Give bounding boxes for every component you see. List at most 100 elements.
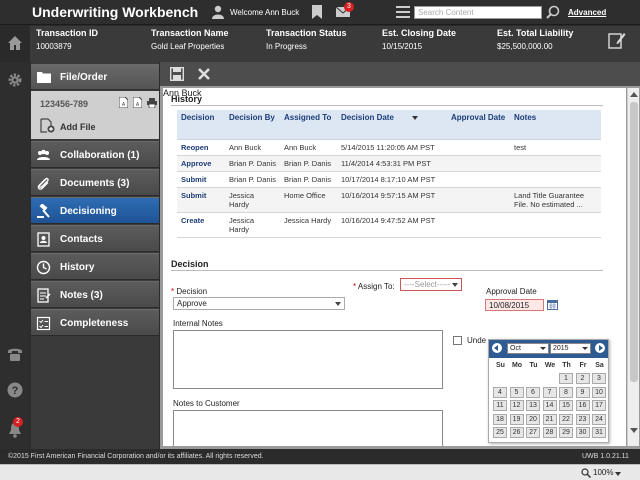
table-row[interactable]: Submit Brian P. Danis Brian P. Danis 10/… <box>177 171 601 188</box>
scroll-down-icon[interactable] <box>630 428 638 433</box>
decision-link[interactable]: Submit <box>177 171 225 188</box>
calendar-day[interactable]: 28 <box>542 427 557 438</box>
table-row[interactable]: Create Jessica Hardy Jessica Hardy 10/16… <box>177 212 601 238</box>
panel-scrollbar[interactable] <box>627 88 639 446</box>
calendar-day[interactable]: 26 <box>509 427 524 438</box>
save-icon[interactable] <box>170 67 184 81</box>
decision-link[interactable]: Create <box>177 212 225 238</box>
add-file-icon[interactable] <box>40 118 55 133</box>
year-select[interactable]: 2015 <box>550 343 591 354</box>
print-icon[interactable] <box>147 98 157 108</box>
main-content: History Decision Decision By Assigned To… <box>160 62 640 449</box>
calendar-day[interactable]: 12 <box>509 400 524 411</box>
nav-item-completeness[interactable]: Completeness <box>31 309 159 336</box>
decision-select[interactable]: Approve <box>173 297 345 310</box>
history-title: History <box>171 94 203 104</box>
calendar-day[interactable]: 14 <box>542 400 557 411</box>
nav-item-file-order[interactable]: File/Order <box>31 64 159 90</box>
calendar-day[interactable]: 11 <box>493 400 507 411</box>
nav-item-collaboration[interactable]: Collaboration (1) <box>31 141 159 168</box>
zoom-level[interactable]: 100% <box>593 468 613 477</box>
month-select[interactable]: Oct <box>507 343 549 354</box>
nav-item-history[interactable]: History <box>31 253 159 280</box>
calendar-day[interactable]: 27 <box>526 427 540 438</box>
underwriter-checkbox[interactable] <box>453 336 462 345</box>
calendar-icon[interactable] <box>547 299 558 310</box>
nav-item-contacts[interactable]: Contacts <box>31 225 159 252</box>
assign-to-label: * Assign To: <box>353 282 395 291</box>
notes: test <box>510 139 601 156</box>
nav-item-notes[interactable]: Notes (3) <box>31 281 159 308</box>
approval-date-input[interactable]: 10/08/2015 <box>485 299 544 311</box>
calendar-day[interactable]: 2 <box>575 373 590 384</box>
calendar-day[interactable]: 21 <box>542 413 557 425</box>
next-month-icon[interactable] <box>595 343 605 353</box>
calendar-day[interactable]: 19 <box>509 413 524 425</box>
nav-item-decisioning[interactable]: Decisioning <box>31 197 159 224</box>
calendar-day[interactable]: 20 <box>526 413 540 425</box>
col-assigned-to[interactable]: Assigned To <box>280 110 337 140</box>
scroll-thumb[interactable] <box>630 102 638 382</box>
advanced-search-link[interactable]: Advanced <box>568 8 606 17</box>
status-bar: 100% <box>0 464 640 480</box>
calendar-day[interactable]: 22 <box>559 413 573 425</box>
internal-notes-textarea[interactable] <box>173 330 443 389</box>
calendar-day[interactable]: 29 <box>559 427 573 438</box>
calendar-day[interactable]: 4 <box>493 386 507 398</box>
col-decision-by[interactable]: Decision By <box>225 110 280 140</box>
est-total-liability: Est. Total Liability $25,500,000.00 <box>497 28 574 51</box>
search-input[interactable] <box>414 6 542 19</box>
calendar-day[interactable]: 1 <box>559 373 573 384</box>
calendar-day[interactable]: 8 <box>559 386 573 398</box>
close-icon[interactable] <box>197 67 211 81</box>
col-approval-date[interactable]: Approval Date <box>447 110 510 140</box>
transaction-name: Transaction Name Gold Leaf Properties <box>151 28 229 51</box>
phone-icon[interactable] <box>7 347 23 361</box>
nav-item-documents[interactable]: Documents (3) <box>31 169 159 196</box>
col-decision-date[interactable]: Decision Date <box>337 110 447 140</box>
calendar-day[interactable]: 30 <box>575 427 590 438</box>
calendar-day[interactable]: 15 <box>559 400 573 411</box>
add-file-button[interactable]: Add File <box>60 122 96 132</box>
chevron-down-icon <box>452 283 458 287</box>
zoom-icon <box>581 468 591 478</box>
calendar-day[interactable]: 5 <box>509 386 524 398</box>
calendar-day[interactable]: 18 <box>493 413 507 425</box>
col-notes[interactable]: Notes <box>510 110 601 140</box>
home-button[interactable] <box>0 26 30 62</box>
calendar-day[interactable]: 16 <box>575 400 590 411</box>
gear-icon[interactable] <box>7 72 23 88</box>
chevron-down-icon <box>540 347 546 350</box>
calendar-day[interactable]: 24 <box>592 413 606 425</box>
prev-month-icon[interactable] <box>492 343 502 353</box>
table-row[interactable]: Approve Brian P. Danis Brian P. Danis 11… <box>177 155 601 172</box>
pdf-export-icon[interactable]: A <box>133 97 142 108</box>
col-decision[interactable]: Decision <box>177 110 225 140</box>
pdf-icon[interactable]: A <box>119 97 128 108</box>
calendar-day[interactable]: 23 <box>575 413 590 425</box>
table-row[interactable]: Submit Jessica Hardy Home Office 10/16/2… <box>177 187 601 213</box>
calendar-day[interactable]: 9 <box>575 386 590 398</box>
table-row[interactable]: Reopen Ann Buck Ann Buck 5/14/2015 11:20… <box>177 139 601 156</box>
calendar-day[interactable]: 7 <box>542 386 557 398</box>
edit-icon[interactable] <box>608 31 626 49</box>
calendar-day[interactable]: 6 <box>526 386 540 398</box>
decision-link[interactable]: Submit <box>177 187 225 213</box>
decision-link[interactable]: Approve <box>177 155 225 172</box>
bookmark-icon[interactable] <box>312 5 322 19</box>
notes-to-customer-textarea[interactable] <box>173 410 443 446</box>
calendar-day[interactable]: 25 <box>493 427 507 438</box>
assign-to-select[interactable]: ----Select----- <box>400 278 462 291</box>
help-icon[interactable]: ? <box>7 382 23 398</box>
calendar-day[interactable]: 13 <box>526 400 540 411</box>
chevron-down-icon[interactable] <box>615 472 621 476</box>
decision-link[interactable]: Reopen <box>177 139 225 156</box>
menu-icon[interactable] <box>396 6 410 18</box>
calendar-day[interactable]: 10 <box>592 386 606 398</box>
search-icon[interactable] <box>546 5 560 19</box>
calendar-day[interactable]: 17 <box>592 400 606 411</box>
calendar-day[interactable]: 31 <box>592 427 606 438</box>
calendar-day[interactable]: 3 <box>592 373 606 384</box>
decision-by: Brian P. Danis <box>225 155 280 172</box>
scroll-up-icon[interactable] <box>630 92 638 97</box>
